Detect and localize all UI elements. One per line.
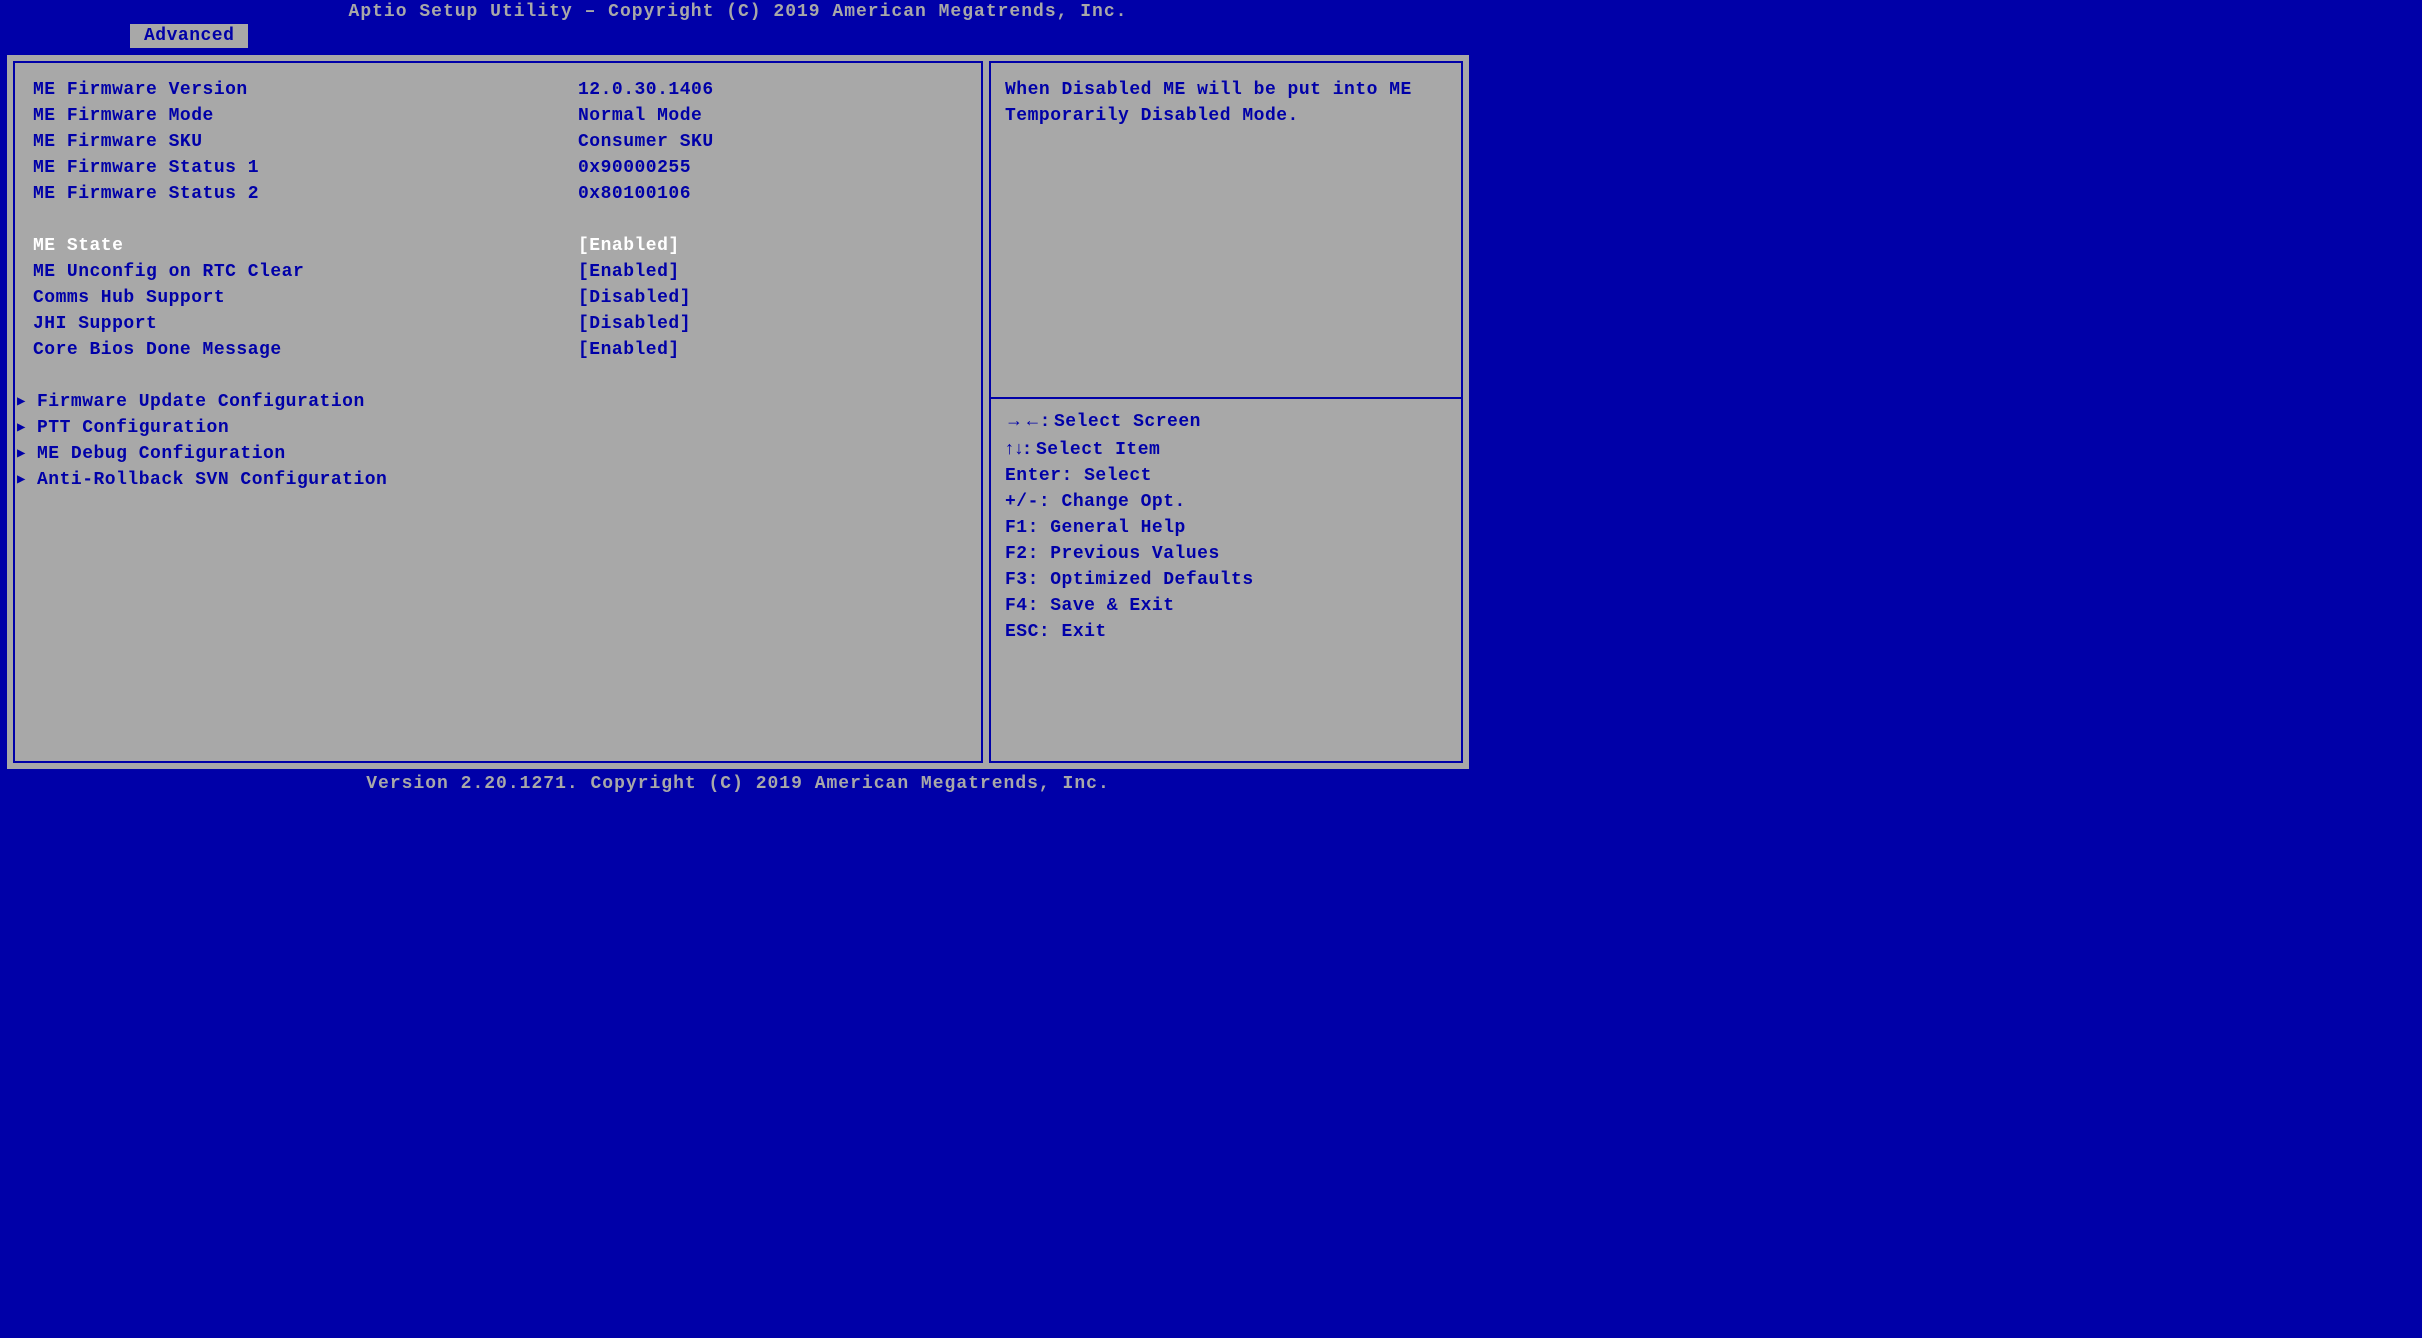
info-row: ME Firmware Status 20x80100106 (33, 181, 963, 207)
option-row[interactable]: Comms Hub Support[Disabled] (33, 285, 963, 311)
info-label: ME Firmware Mode (33, 103, 578, 129)
option-row[interactable]: ME State[Enabled] (33, 233, 963, 259)
submenu-row[interactable]: ▶Anti-Rollback SVN Configuration (15, 467, 963, 493)
info-label: ME Firmware SKU (33, 129, 578, 155)
key-help-row: F3: Optimized Defaults (1005, 567, 1447, 593)
submenu-label: ME Debug Configuration (37, 441, 286, 467)
key-help-desc: Select Screen (1054, 412, 1201, 432)
option-value: [Disabled] (578, 311, 963, 337)
option-value: [Enabled] (578, 233, 963, 259)
submenu-row[interactable]: ▶PTT Configuration (15, 415, 963, 441)
info-row: ME Firmware SKUConsumer SKU (33, 129, 963, 155)
right-panel: When Disabled ME will be put into ME Tem… (989, 61, 1463, 763)
key-help-row: Enter: Select (1005, 463, 1447, 489)
submenu-label: Firmware Update Configuration (37, 389, 365, 415)
key-help-keys: +/-: (1005, 492, 1062, 512)
key-help-row: ↑↓: Select Item (1005, 435, 1447, 463)
key-help-desc: Select (1084, 466, 1152, 486)
info-label: ME Firmware Status 1 (33, 155, 578, 181)
info-value: Normal Mode (578, 103, 963, 129)
info-row: ME Firmware ModeNormal Mode (33, 103, 963, 129)
info-value: 12.0.30.1406 (578, 77, 963, 103)
option-label: Comms Hub Support (33, 285, 578, 311)
key-help-row: F4: Save & Exit (1005, 593, 1447, 619)
key-help-desc: Change Opt. (1062, 492, 1186, 512)
option-label: JHI Support (33, 311, 578, 337)
key-help-keys: ESC: (1005, 622, 1062, 642)
key-help-desc: Exit (1062, 622, 1107, 642)
submenu-label: PTT Configuration (37, 415, 229, 441)
tab-bar: Advanced (0, 24, 1476, 52)
key-help-keys: F2: (1005, 544, 1050, 564)
key-help-desc: Optimized Defaults (1050, 570, 1253, 590)
option-value: [Enabled] (578, 259, 963, 285)
submenu-arrow-icon: ▶ (15, 415, 37, 441)
option-row[interactable]: Core Bios Done Message[Enabled] (33, 337, 963, 363)
key-help-keys: ↑↓: (1005, 438, 1036, 458)
info-row: ME Firmware Status 10x90000255 (33, 155, 963, 181)
submenu-arrow-icon: ▶ (15, 441, 37, 467)
key-help-keys: F3: (1005, 570, 1050, 590)
key-help-desc: Save & Exit (1050, 596, 1174, 616)
main-area: ME Firmware Version12.0.30.1406ME Firmwa… (4, 52, 1472, 772)
key-help-keys: Enter: (1005, 466, 1084, 486)
info-row: ME Firmware Version12.0.30.1406 (33, 77, 963, 103)
submenu-row[interactable]: ▶Firmware Update Configuration (15, 389, 963, 415)
footer-text: Version 2.20.1271. Copyright (C) 2019 Am… (0, 772, 1476, 796)
left-panel: ME Firmware Version12.0.30.1406ME Firmwa… (13, 61, 983, 763)
header-title: Aptio Setup Utility – Copyright (C) 2019… (0, 0, 1476, 24)
submenu-arrow-icon: ▶ (15, 467, 37, 493)
key-help-desc: General Help (1050, 518, 1186, 538)
key-help-row: →←: Select Screen (1005, 407, 1447, 435)
option-row[interactable]: ME Unconfig on RTC Clear[Enabled] (33, 259, 963, 285)
key-help-row: F2: Previous Values (1005, 541, 1447, 567)
help-section: When Disabled ME will be put into ME Tem… (1005, 77, 1447, 397)
info-value: 0x80100106 (578, 181, 963, 207)
key-help-keys: F4: (1005, 596, 1050, 616)
key-help-row: +/-: Change Opt. (1005, 489, 1447, 515)
key-help-row: ESC: Exit (1005, 619, 1447, 645)
help-text: When Disabled ME will be put into ME Tem… (1005, 77, 1447, 129)
info-value: 0x90000255 (578, 155, 963, 181)
key-help-keys: F1: (1005, 518, 1050, 538)
submenu-arrow-icon: ▶ (15, 389, 37, 415)
key-help-keys: →←: (1005, 410, 1054, 430)
option-value: [Disabled] (578, 285, 963, 311)
tab-advanced[interactable]: Advanced (130, 24, 248, 48)
submenu-row[interactable]: ▶ME Debug Configuration (15, 441, 963, 467)
option-label: ME Unconfig on RTC Clear (33, 259, 578, 285)
submenu-label: Anti-Rollback SVN Configuration (37, 467, 387, 493)
key-help-desc: Previous Values (1050, 544, 1220, 564)
option-label: Core Bios Done Message (33, 337, 578, 363)
info-label: ME Firmware Version (33, 77, 578, 103)
key-help-desc: Select Item (1036, 440, 1160, 460)
info-label: ME Firmware Status 2 (33, 181, 578, 207)
option-value: [Enabled] (578, 337, 963, 363)
option-row[interactable]: JHI Support[Disabled] (33, 311, 963, 337)
info-value: Consumer SKU (578, 129, 963, 155)
option-label: ME State (33, 233, 578, 259)
help-divider (991, 397, 1461, 399)
key-help-row: F1: General Help (1005, 515, 1447, 541)
